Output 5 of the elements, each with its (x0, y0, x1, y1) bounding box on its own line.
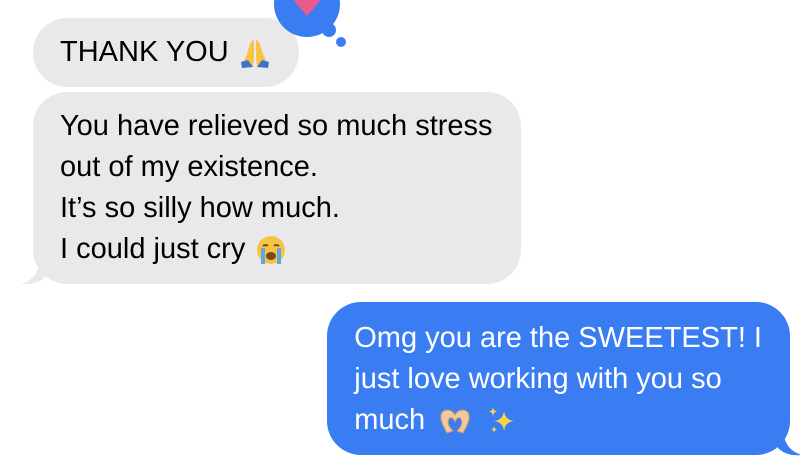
received-message-bubble: THANK YOU (33, 18, 299, 87)
sent-message-bubble: Omg you are the SWEETEST! I just love working with you so much (327, 302, 790, 455)
bubble-tail (778, 436, 800, 456)
crying-face-icon (255, 234, 288, 266)
received-message-bubble: You have relieved so much stress out of my existence. It’s so silly how much. I could just cry (33, 92, 521, 284)
